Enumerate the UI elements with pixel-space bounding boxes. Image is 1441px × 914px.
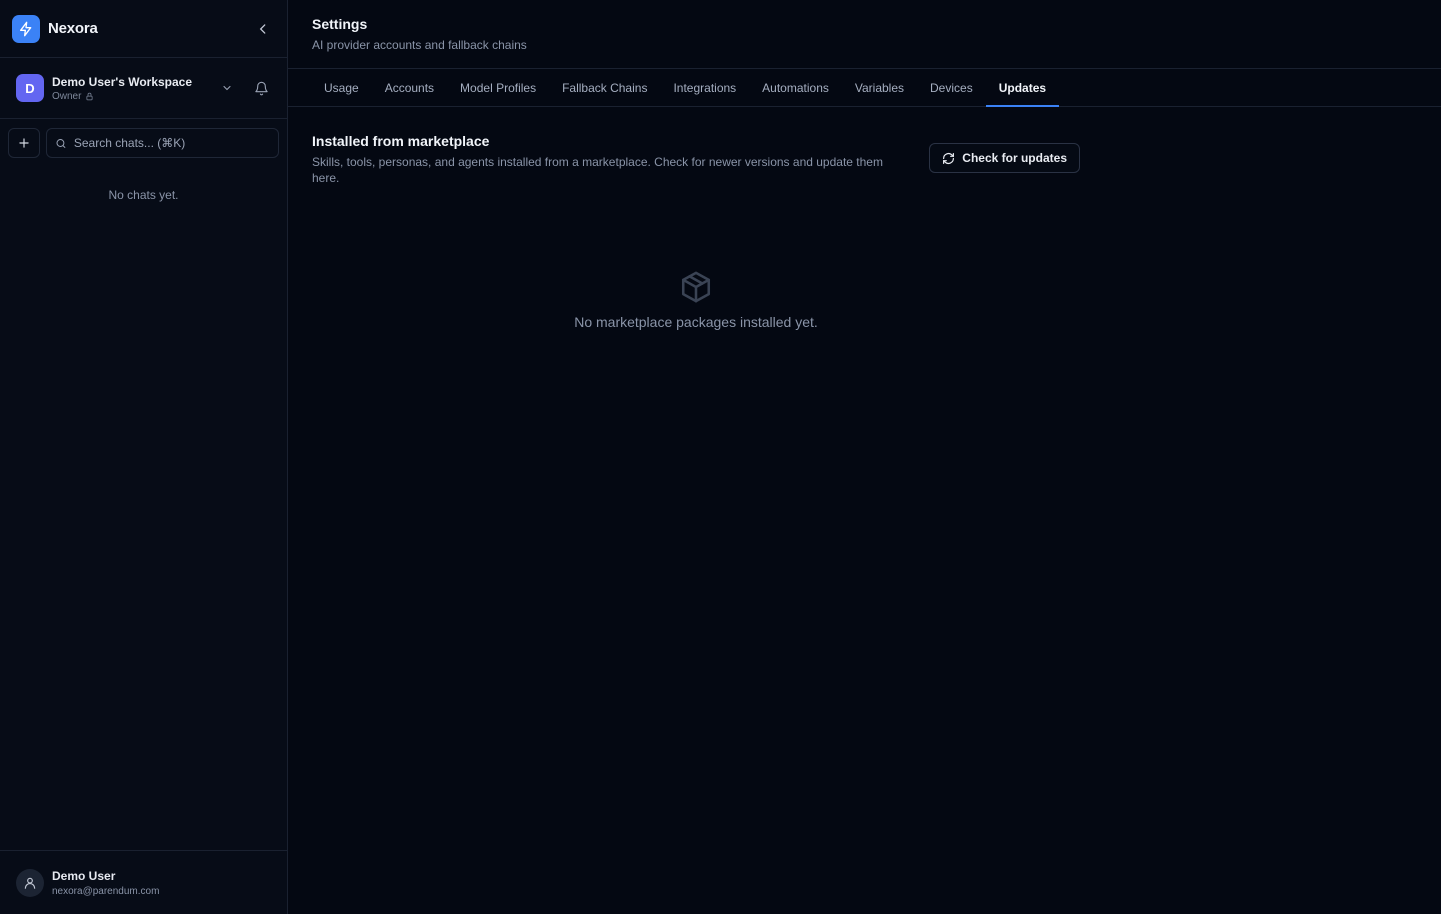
chevron-left-icon [259,23,266,34]
brand-bar: Nexora [0,0,287,58]
page-header: Settings AI provider accounts and fallba… [288,0,1441,69]
tab-usage[interactable]: Usage [311,69,372,106]
empty-state: No marketplace packages installed yet. [312,270,1080,330]
workspace-role: Owner [52,91,192,102]
tab-variables[interactable]: Variables [842,69,917,106]
tab-fallback-chains[interactable]: Fallback Chains [549,69,660,106]
search-box[interactable] [46,128,279,158]
user-email: nexora@parendum.com [52,885,160,897]
workspace-name: Demo User's Workspace [52,74,193,89]
lock-icon [86,92,93,100]
page-title: Settings [312,16,368,32]
user-avatar [16,868,44,897]
section-description: Skills, tools, personas, and agents inst… [312,155,883,185]
bell-icon [254,81,268,95]
empty-state-text: No marketplace packages installed yet. [574,314,818,330]
workspace-role-label: Owner [52,90,82,102]
chevron-down-icon [223,85,231,91]
section-header: Installed from marketplace Skills, tools… [312,133,1080,186]
package-icon [681,271,711,303]
search-row [0,119,287,158]
brand-name: Nexora [48,20,98,37]
tab-integrations[interactable]: Integrations [660,69,749,106]
plus-icon [19,138,29,148]
new-chat-button[interactable] [8,128,40,158]
workspace-switcher[interactable]: D Demo User's Workspace Owner [0,58,287,119]
main-content: Settings AI provider accounts and fallba… [288,0,1441,914]
user-info: Demo User nexora@parendum.com [52,869,159,897]
lightning-icon [12,14,40,43]
workspace-avatar: D [16,74,44,102]
workspace-info: Demo User's Workspace Owner [52,75,192,102]
page-subtitle: AI provider accounts and fallback chains [312,38,527,52]
section-text: Installed from marketplace Skills, tools… [312,133,912,186]
tab-devices[interactable]: Devices [917,69,986,106]
check-for-updates-label: Check for updates [962,151,1067,165]
tab-automations[interactable]: Automations [749,69,842,106]
tab-accounts[interactable]: Accounts [372,69,447,106]
user-footer[interactable]: Demo User nexora@parendum.com [0,850,287,914]
user-name: Demo User [52,868,116,883]
tab-model-profiles[interactable]: Model Profiles [447,69,549,106]
user-icon [24,877,36,889]
refresh-icon [943,152,955,164]
check-for-updates-button[interactable]: Check for updates [929,143,1080,173]
section-title: Installed from marketplace [312,133,490,149]
app: Nexora D Demo User's Workspace Owner Sea… [0,0,1441,914]
sidebar: Nexora D Demo User's Workspace Owner Sea… [0,0,288,914]
updates-panel: Installed from marketplace Skills, tools… [288,107,1441,330]
search-icon [56,138,66,148]
notifications-button[interactable] [249,76,273,100]
collapse-sidebar-button[interactable] [251,17,275,41]
no-chats-text: No chats yet. [108,188,179,202]
tab-updates[interactable]: Updates [985,69,1060,107]
workspace-dropdown-button[interactable] [215,76,239,100]
settings-tabs: Usage Accounts Model Profiles Fallback C… [288,69,1441,107]
search-input[interactable] [73,136,270,150]
